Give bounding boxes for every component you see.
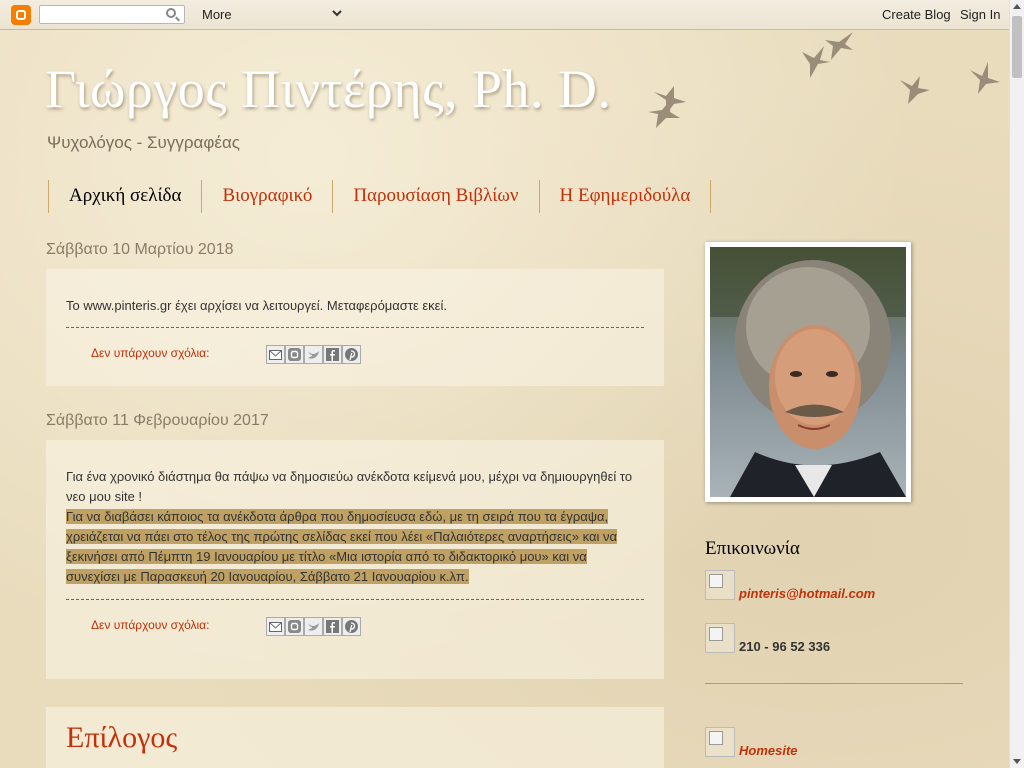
- blogthis-icon[interactable]: [285, 345, 304, 364]
- twitter-icon[interactable]: [304, 345, 323, 364]
- homesite-link[interactable]: Homesite: [739, 743, 798, 758]
- phone-image-icon: [705, 623, 735, 653]
- blogger-navbar: More Create Blog Sign In: [0, 0, 1009, 30]
- post-date: Σάββατο 10 Μαρτίου 2018: [46, 241, 234, 258]
- email-image-icon: [705, 570, 735, 600]
- facebook-icon[interactable]: [323, 617, 342, 636]
- email-icon[interactable]: [266, 617, 285, 636]
- search-icon[interactable]: [166, 8, 176, 18]
- more-menu-button[interactable]: More: [202, 7, 232, 22]
- scroll-up-arrow-icon[interactable]: [1013, 4, 1021, 9]
- homesite-image-icon: [705, 727, 735, 757]
- tab-newspaper[interactable]: Η Εφημεριδούλα: [540, 180, 712, 213]
- contact-widget-title: Επικοινωνία: [705, 538, 800, 559]
- post-body-intro: Για ένα χρονικό διάστημα θα πάψω να δημο…: [66, 469, 633, 504]
- contact-phone-row: 210 - 96 52 336: [705, 623, 831, 654]
- tab-home[interactable]: Αρχική σελίδα: [49, 180, 203, 213]
- share-buttons: [266, 345, 361, 364]
- post-body: Για ένα χρονικό διάστημα θα πάψω να δημο…: [66, 460, 644, 587]
- post-body-highlighted: Για να διαβάσει κάποιος τα ανέκδοτα άρθρ…: [66, 509, 618, 584]
- scroll-down-arrow-icon[interactable]: [1013, 759, 1021, 764]
- twitter-icon[interactable]: [304, 617, 323, 636]
- blog-description: Ψυχολόγος - Συγγραφέας: [47, 133, 240, 152]
- post-footer: Δεν υπάρχουν σχόλια:: [66, 599, 644, 655]
- tab-biography[interactable]: Βιογραφικό: [202, 180, 334, 213]
- comments-link[interactable]: Δεν υπάρχουν σχόλια:: [91, 618, 209, 632]
- facebook-icon[interactable]: [323, 345, 342, 364]
- blog-title[interactable]: Γιώργος Πιντέρης, Ph. D.: [45, 58, 612, 120]
- post-body: Το www.pinteris.gr έχει αρχίσει να λειτο…: [66, 298, 447, 313]
- blogger-logo-icon[interactable]: [11, 5, 31, 25]
- post: Επίλογος: [46, 707, 664, 768]
- create-blog-link[interactable]: Create Blog: [882, 7, 951, 22]
- comments-link[interactable]: Δεν υπάρχουν σχόλια:: [91, 346, 209, 360]
- page-tabs: Αρχική σελίδα Βιογραφικό Παρουσίαση Βιβλ…: [48, 180, 712, 213]
- profile-photo-frame: [705, 242, 911, 502]
- contact-email-row: pinteris@hotmail.com: [705, 570, 875, 601]
- chevron-down-icon[interactable]: [330, 6, 344, 20]
- pinterest-icon[interactable]: [342, 345, 361, 364]
- post-date: Σάββατο 11 Φεβρουαρίου 2017: [46, 412, 269, 429]
- sidebar-divider: [705, 683, 963, 684]
- profile-photo: [710, 247, 906, 497]
- share-buttons: [266, 617, 361, 636]
- vertical-scrollbar[interactable]: [1009, 0, 1024, 768]
- tab-books[interactable]: Παρουσίαση Βιβλίων: [333, 180, 540, 213]
- email-icon[interactable]: [266, 345, 285, 364]
- scroll-thumb[interactable]: [1012, 16, 1022, 78]
- post: Το www.pinteris.gr έχει αρχίσει να λειτο…: [46, 269, 664, 386]
- sign-in-link[interactable]: Sign In: [960, 7, 1000, 22]
- email-link[interactable]: pinteris@hotmail.com: [739, 586, 875, 601]
- post: Για ένα χρονικό διάστημα θα πάψω να δημο…: [46, 440, 664, 679]
- phone-number: 210 - 96 52 336: [739, 639, 831, 654]
- pinterest-icon[interactable]: [342, 617, 361, 636]
- birds-decoration-icon: [648, 32, 1000, 128]
- post-footer: Δεν υπάρχουν σχόλια:: [66, 327, 644, 383]
- post-title[interactable]: Επίλογος: [66, 721, 644, 755]
- search-input[interactable]: [39, 5, 185, 24]
- blogthis-icon[interactable]: [285, 617, 304, 636]
- homesite-row: Homesite: [705, 727, 798, 758]
